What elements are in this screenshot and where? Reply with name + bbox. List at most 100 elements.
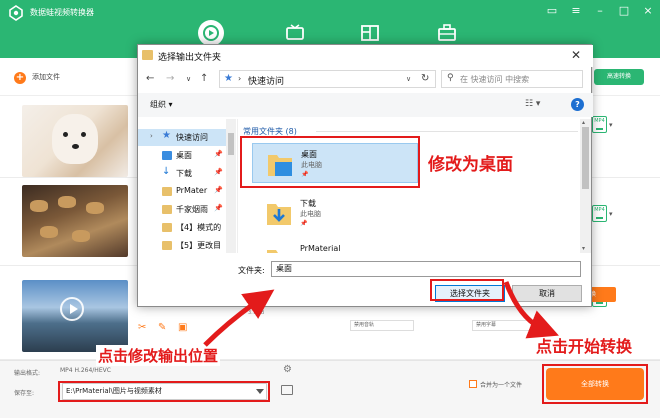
view-options-icon[interactable]: ☷ ▾ bbox=[525, 99, 540, 109]
expand-icon[interactable]: › bbox=[150, 132, 153, 140]
audio-track-select[interactable]: 禁用音轨 bbox=[350, 320, 414, 331]
minimize-icon[interactable]: – bbox=[592, 4, 608, 18]
folder-name: PrMaterial bbox=[300, 244, 341, 253]
sidebar-item-label: 桌面 bbox=[176, 151, 192, 160]
forward-icon[interactable]: → bbox=[166, 73, 174, 84]
maximize-icon[interactable]: □ bbox=[616, 4, 632, 18]
search-input[interactable]: ⚲ 在 快速访问 中搜索 bbox=[441, 70, 583, 88]
download-icon: ↓ bbox=[162, 166, 171, 177]
nav-scrollbar[interactable] bbox=[226, 119, 236, 253]
download-folder-icon bbox=[267, 204, 291, 225]
convert-icon bbox=[203, 25, 219, 41]
help-icon[interactable]: ? bbox=[571, 98, 584, 111]
merge-checkbox[interactable] bbox=[469, 380, 477, 388]
save-to-label: 保存至: bbox=[14, 390, 35, 397]
dialog-titlebar: 选择输出文件夹 ✕ bbox=[138, 45, 593, 67]
highlight-save-path bbox=[58, 381, 270, 402]
highlight-desktop bbox=[240, 136, 420, 188]
dialog-title: 选择输出文件夹 bbox=[158, 53, 222, 63]
sidebar-item-folder[interactable]: 千家烟雨 📌 bbox=[138, 201, 226, 218]
chevron-down-icon[interactable]: ▾ bbox=[609, 210, 613, 218]
tab-convert[interactable] bbox=[198, 20, 224, 46]
play-icon[interactable] bbox=[60, 297, 84, 321]
sidebar-item-quick-access[interactable]: › ★ 快速访问 bbox=[138, 129, 226, 146]
cake-image bbox=[72, 230, 90, 242]
divider bbox=[316, 131, 578, 132]
cut-icon[interactable]: ✂ bbox=[138, 322, 146, 333]
folder-icon bbox=[162, 241, 172, 250]
highlight-convert-all bbox=[542, 364, 648, 404]
edit-icon[interactable]: ▣ bbox=[178, 322, 187, 333]
cake-image bbox=[58, 196, 76, 208]
sidebar-item-label: 快速访问 bbox=[176, 133, 208, 142]
scrollbar-thumb[interactable] bbox=[582, 127, 589, 189]
search-icon: ⚲ bbox=[447, 73, 454, 83]
hw-accel-button[interactable]: 高速转换 bbox=[594, 69, 644, 85]
cake-image bbox=[40, 226, 58, 238]
sidebar-item-label: 下载 bbox=[176, 169, 192, 178]
tab-collage[interactable] bbox=[357, 20, 383, 46]
output-format-value[interactable]: MP4 H.264/HEVC bbox=[60, 367, 111, 374]
file-size: 3.7 KB bbox=[248, 310, 265, 316]
sidebar-item-folder[interactable]: 【4】模式的 bbox=[138, 219, 226, 236]
dialog-close-icon[interactable]: ✕ bbox=[571, 48, 581, 62]
folder-tile-prmaterial[interactable]: PrMaterial bbox=[252, 239, 418, 253]
folder-name-input[interactable]: 桌面 bbox=[271, 261, 581, 277]
effect-icon[interactable]: ✎ bbox=[158, 322, 166, 333]
scroll-down-icon[interactable]: ▾ bbox=[582, 245, 585, 252]
tab-tools[interactable] bbox=[434, 20, 460, 46]
menu-icon[interactable]: ≡ bbox=[568, 4, 584, 18]
annotation-start-convert: 点击开始转换 bbox=[534, 333, 635, 357]
chat-icon[interactable]: ▭ bbox=[544, 4, 560, 18]
recent-locations-icon[interactable]: ∨ bbox=[186, 75, 191, 83]
folder-icon bbox=[162, 205, 172, 214]
sidebar-item-label: 千家烟雨 bbox=[176, 205, 208, 214]
sidebar-item-prmaterial[interactable]: PrMater 📌 bbox=[138, 183, 226, 200]
gear-icon[interactable]: ⚙ bbox=[283, 364, 292, 375]
content-scrollbar[interactable]: ▴ ▾ bbox=[580, 119, 591, 253]
sidebar-item-folder[interactable]: 【5】更改目 bbox=[138, 237, 226, 253]
folder-location: 此电脑 bbox=[300, 210, 321, 218]
star-icon: ★ bbox=[162, 130, 171, 141]
pin-icon: 📌 bbox=[214, 204, 223, 212]
folder-icon bbox=[162, 187, 172, 196]
pin-icon: 📌 bbox=[300, 220, 308, 227]
folder-icon bbox=[162, 223, 172, 232]
open-folder-icon[interactable] bbox=[281, 385, 293, 395]
address-bar: ← → ∨ ↑ ★ › 快速访问 ∨ ↻ ⚲ 在 快速访问 中搜索 bbox=[138, 67, 593, 91]
organize-button[interactable]: 组织 ▾ bbox=[150, 99, 173, 110]
folder-label: 文件夹: bbox=[238, 266, 265, 275]
merge-label: 合并为一个文件 bbox=[480, 382, 523, 389]
cake-image bbox=[30, 200, 48, 212]
sidebar-item-label: 【4】模式的 bbox=[176, 223, 222, 232]
output-format-icon[interactable]: MP4 bbox=[592, 116, 607, 133]
sidebar-item-desktop[interactable]: 桌面 📌 bbox=[138, 147, 226, 164]
scroll-up-icon[interactable]: ▴ bbox=[582, 119, 585, 126]
address-text[interactable]: 快速访问 bbox=[248, 74, 284, 87]
tab-toolbox[interactable] bbox=[282, 20, 308, 46]
command-bar: 组织 ▾ ☷ ▾ ? bbox=[138, 93, 593, 117]
navigation-pane: › ★ 快速访问 桌面 📌 ↓ 下载 📌 PrMater 📌 千家烟雨 📌 【4… bbox=[138, 119, 238, 253]
close-icon[interactable]: × bbox=[640, 4, 656, 18]
add-file-icon[interactable]: + bbox=[14, 72, 26, 84]
up-icon[interactable]: ↑ bbox=[200, 73, 208, 84]
sidebar-item-downloads[interactable]: ↓ 下载 📌 bbox=[138, 165, 226, 182]
path-separator-icon[interactable]: › bbox=[238, 74, 241, 83]
video-thumbnail[interactable] bbox=[22, 185, 128, 257]
refresh-icon[interactable]: ↻ bbox=[421, 73, 429, 84]
folder-tile-downloads[interactable]: 下载 此电脑 📌 bbox=[252, 193, 418, 233]
address-field[interactable]: ★ › 快速访问 ∨ ↻ bbox=[219, 70, 436, 88]
app-logo-icon bbox=[9, 5, 23, 21]
cancel-button[interactable]: 取消 bbox=[512, 285, 582, 302]
chevron-down-icon[interactable]: ∨ bbox=[406, 75, 411, 83]
scrollbar-thumb[interactable] bbox=[228, 133, 234, 155]
folder-icon bbox=[142, 50, 153, 60]
desktop-icon bbox=[162, 151, 172, 160]
collage-icon bbox=[361, 25, 379, 41]
subtitle-select[interactable]: 禁用字幕 bbox=[472, 320, 536, 331]
back-icon[interactable]: ← bbox=[146, 73, 154, 84]
output-format-icon[interactable]: MP4 bbox=[592, 205, 607, 222]
add-file-button[interactable]: 添加文件 bbox=[32, 72, 60, 82]
chevron-down-icon[interactable]: ▾ bbox=[609, 121, 613, 129]
pin-icon: 📌 bbox=[214, 168, 223, 176]
